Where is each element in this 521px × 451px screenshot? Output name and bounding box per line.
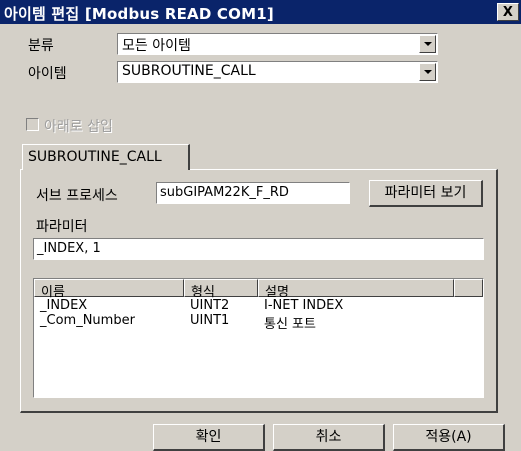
window-title: 아이템 편집 [Modbus READ COM1] bbox=[4, 5, 274, 23]
ok-button[interactable]: 확인 bbox=[153, 424, 265, 451]
list-header: 이름 형식 설명 bbox=[34, 279, 483, 300]
row-desc: I-NET INDEX bbox=[264, 298, 344, 313]
row-name: _INDEX bbox=[40, 298, 88, 313]
chevron-down-icon[interactable] bbox=[419, 35, 436, 53]
item-label: 아이템 bbox=[28, 66, 67, 82]
item-select-value: SUBROUTINE_CALL bbox=[122, 63, 256, 79]
chevron-down-icon[interactable] bbox=[419, 63, 436, 81]
category-select-value: 모든 아이템 bbox=[122, 38, 191, 54]
tab-label: SUBROUTINE_CALL bbox=[28, 149, 162, 165]
item-select[interactable]: SUBROUTINE_CALL bbox=[117, 61, 438, 83]
item-edit-dialog: 아이템 편집 [Modbus READ COM1] X 분류 모든 아이템 아이… bbox=[0, 0, 521, 451]
column-header-name[interactable]: 이름 bbox=[34, 279, 184, 300]
column-header-empty bbox=[454, 279, 483, 297]
title-bar: 아이템 편집 [Modbus READ COM1] X bbox=[0, 0, 521, 24]
subprocess-label: 서브 프로세스 bbox=[36, 188, 118, 204]
column-header-desc[interactable]: 설명 bbox=[258, 279, 454, 300]
category-select[interactable]: 모든 아이템 bbox=[117, 33, 438, 55]
apply-button[interactable]: 적용(A) bbox=[393, 424, 505, 451]
insert-below-checkbox[interactable] bbox=[26, 118, 39, 131]
insert-below-label: 아래로 삽입 bbox=[44, 119, 113, 135]
parameters-label: 파라미터 bbox=[36, 219, 88, 235]
close-icon: X bbox=[502, 5, 514, 20]
parameters-field[interactable]: _INDEX, 1 bbox=[33, 238, 484, 260]
view-parameters-button[interactable]: 파라미터 보기 bbox=[369, 180, 483, 207]
row-type: UINT2 bbox=[190, 298, 230, 313]
parameter-list[interactable]: 이름 형식 설명 _INDEX UINT2 I-NET INDEX _Com_N… bbox=[33, 278, 484, 398]
row-type: UINT1 bbox=[190, 313, 230, 328]
category-label: 분류 bbox=[28, 38, 54, 54]
row-desc: 통신 포트 bbox=[264, 317, 316, 332]
tab-subroutine-call[interactable]: SUBROUTINE_CALL bbox=[22, 144, 190, 170]
cancel-button[interactable]: 취소 bbox=[273, 424, 385, 451]
subprocess-field[interactable]: subGIPAM22K_F_RD bbox=[156, 182, 350, 204]
close-button[interactable]: X bbox=[497, 3, 519, 21]
row-name: _Com_Number bbox=[40, 313, 135, 328]
column-header-type[interactable]: 형식 bbox=[184, 279, 258, 300]
